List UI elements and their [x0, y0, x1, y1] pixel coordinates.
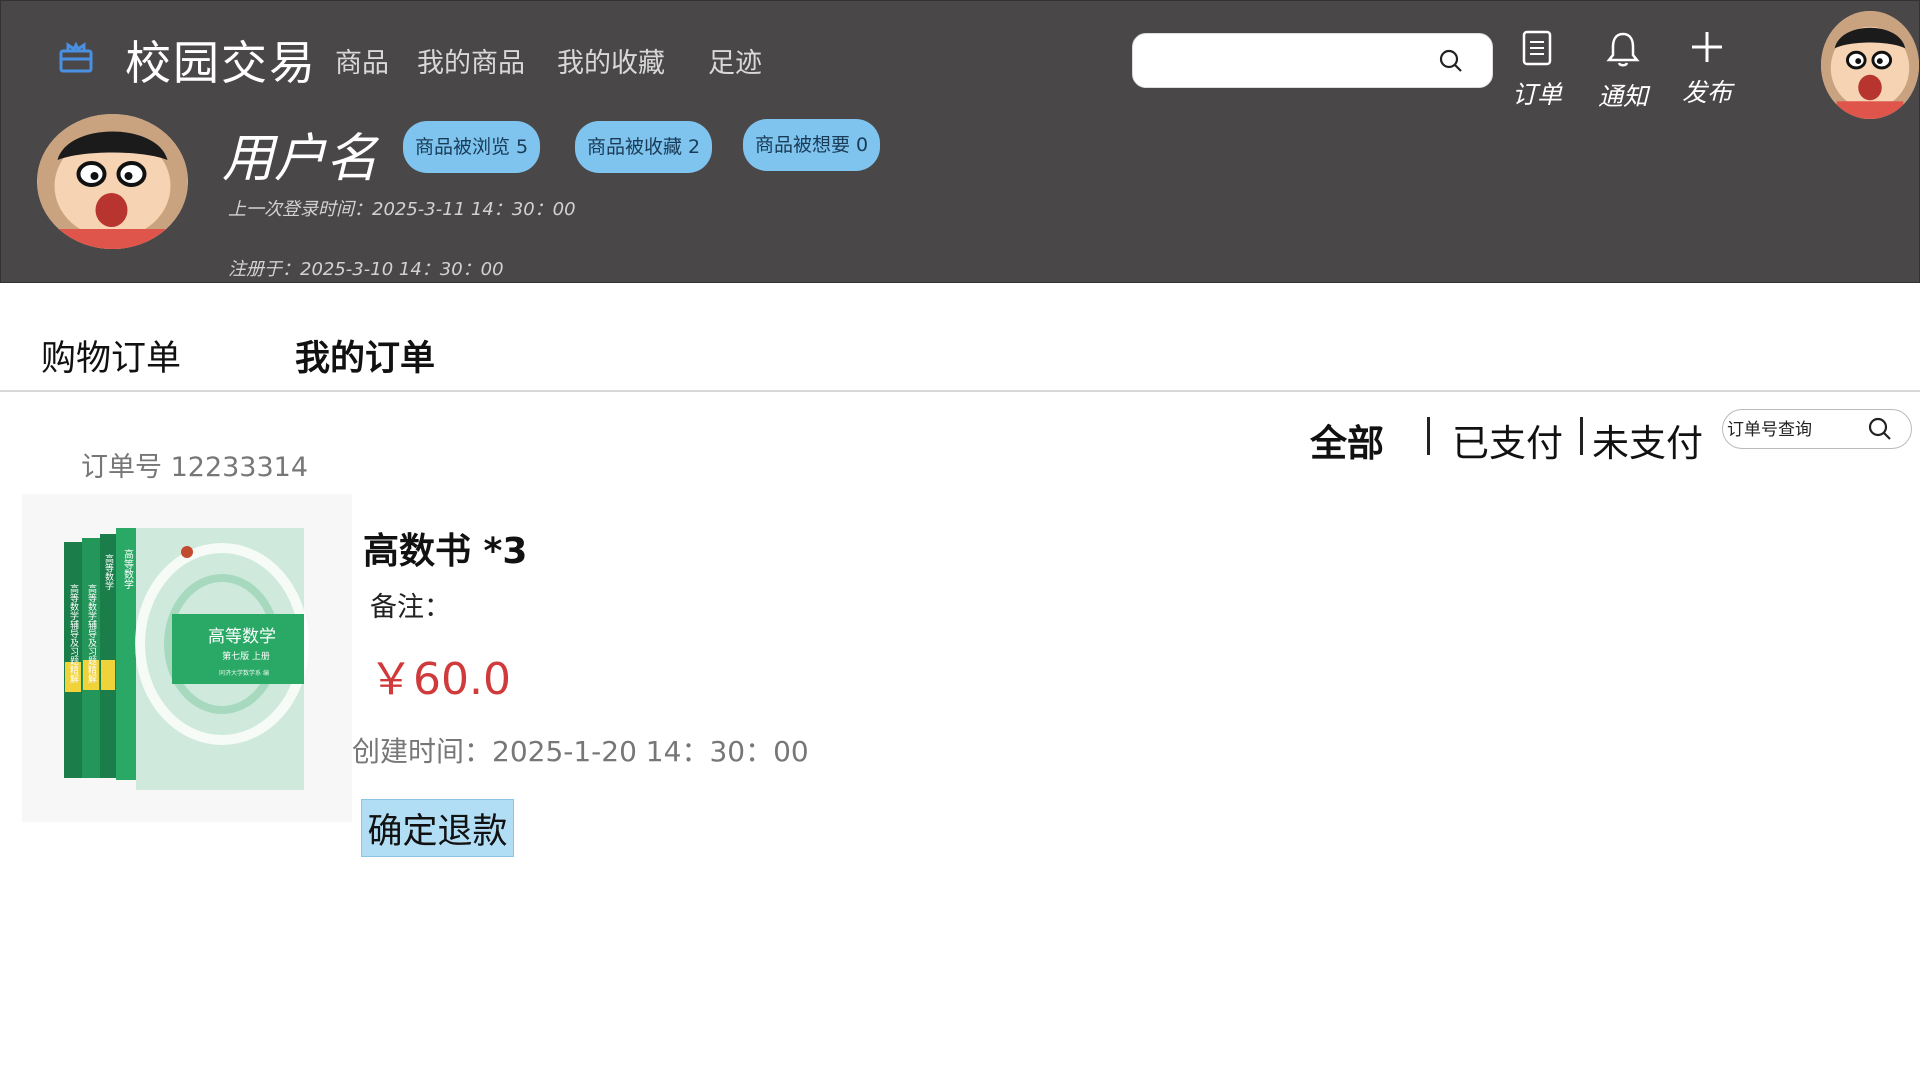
book-spine-text: 高等数学辅导及习题精解: [86, 583, 97, 684]
book-publisher-text: 同济大学数学系 编: [219, 669, 269, 677]
gift-box-icon[interactable]: [58, 39, 94, 75]
stat-wanted-badge: 商品被想要 0: [743, 119, 881, 171]
order-note: 备注：: [370, 592, 451, 623]
nav-item-footprints[interactable]: 足迹: [708, 41, 762, 80]
bell-icon: [1606, 32, 1640, 67]
document-icon: [1522, 30, 1552, 66]
top-header: 校园交易 商品 我的商品 我的收藏 足迹 订单 通知 发布 用户名 商品被浏览 …: [0, 0, 1920, 283]
product-image[interactable]: 高等数学 第七版 上册 同济大学数学系 编 高等数学辅导及习题精解 高等数学辅导…: [22, 494, 352, 822]
user-avatar-large[interactable]: [37, 114, 188, 249]
search-icon[interactable]: [1438, 48, 1464, 74]
filter-paid[interactable]: 已支付: [1452, 413, 1563, 467]
book-spine-text: 高等数学辅导及习题精解: [68, 583, 79, 684]
order-created-time: 创建时间：2025-1-20 14：30：00: [352, 735, 809, 768]
filter-separator: [1427, 417, 1430, 455]
plus-icon: [1692, 32, 1722, 62]
nav-item-my-favorites[interactable]: 我的收藏: [557, 41, 665, 80]
avatar-face-icon: [37, 114, 188, 249]
book-spine-text: 高等数学: [122, 548, 134, 589]
user-avatar-small[interactable]: [1821, 11, 1919, 119]
filter-unpaid[interactable]: 未支付: [1592, 413, 1703, 467]
notify-action[interactable]: 通知: [1583, 29, 1663, 113]
orders-label: 订单: [1511, 80, 1562, 109]
nav-item-my-products[interactable]: 我的商品: [417, 41, 525, 80]
tab-divider: [0, 390, 1920, 392]
book-spine-text: 高等数学: [103, 553, 114, 590]
tab-my-orders[interactable]: 我的订单: [295, 330, 435, 381]
app-brand[interactable]: 校园交易: [125, 27, 317, 93]
publish-action[interactable]: 发布: [1667, 29, 1747, 109]
product-name: 高数书 *3: [363, 531, 528, 572]
textbook-stack-image: 高等数学 第七版 上册 同济大学数学系 编 高等数学辅导及习题精解 高等数学辅导…: [22, 494, 352, 822]
stat-favorites-badge: 商品被收藏 2: [575, 121, 713, 173]
registered-time: 注册于：2025-3-10 14：30：00: [228, 259, 504, 280]
orders-action[interactable]: 订单: [1497, 29, 1577, 111]
book-edition-text: 第七版 上册: [222, 650, 270, 662]
last-login-time: 上一次登录时间：2025-3-11 14：30：00: [228, 199, 576, 220]
order-number: 订单号 12233314: [81, 452, 309, 483]
filter-separator: [1580, 417, 1583, 455]
order-number-input[interactable]: [1727, 416, 1867, 444]
order-number-search[interactable]: [1722, 409, 1912, 449]
book-title-text: 高等数学: [208, 627, 276, 647]
order-price: ￥60.0: [369, 654, 511, 705]
tab-shopping-orders[interactable]: 购物订单: [41, 330, 181, 381]
search-icon[interactable]: [1867, 416, 1893, 442]
stat-views-badge: 商品被浏览 5: [403, 121, 541, 173]
notify-label: 通知: [1597, 82, 1648, 111]
avatar-face-icon: [1821, 11, 1919, 119]
publish-label: 发布: [1681, 78, 1732, 107]
username: 用户名: [222, 129, 379, 189]
filter-all[interactable]: 全部: [1310, 413, 1384, 467]
confirm-refund-button[interactable]: 确定退款: [361, 799, 514, 857]
global-search-input[interactable]: [1132, 33, 1493, 88]
nav-item-products[interactable]: 商品: [335, 41, 389, 80]
